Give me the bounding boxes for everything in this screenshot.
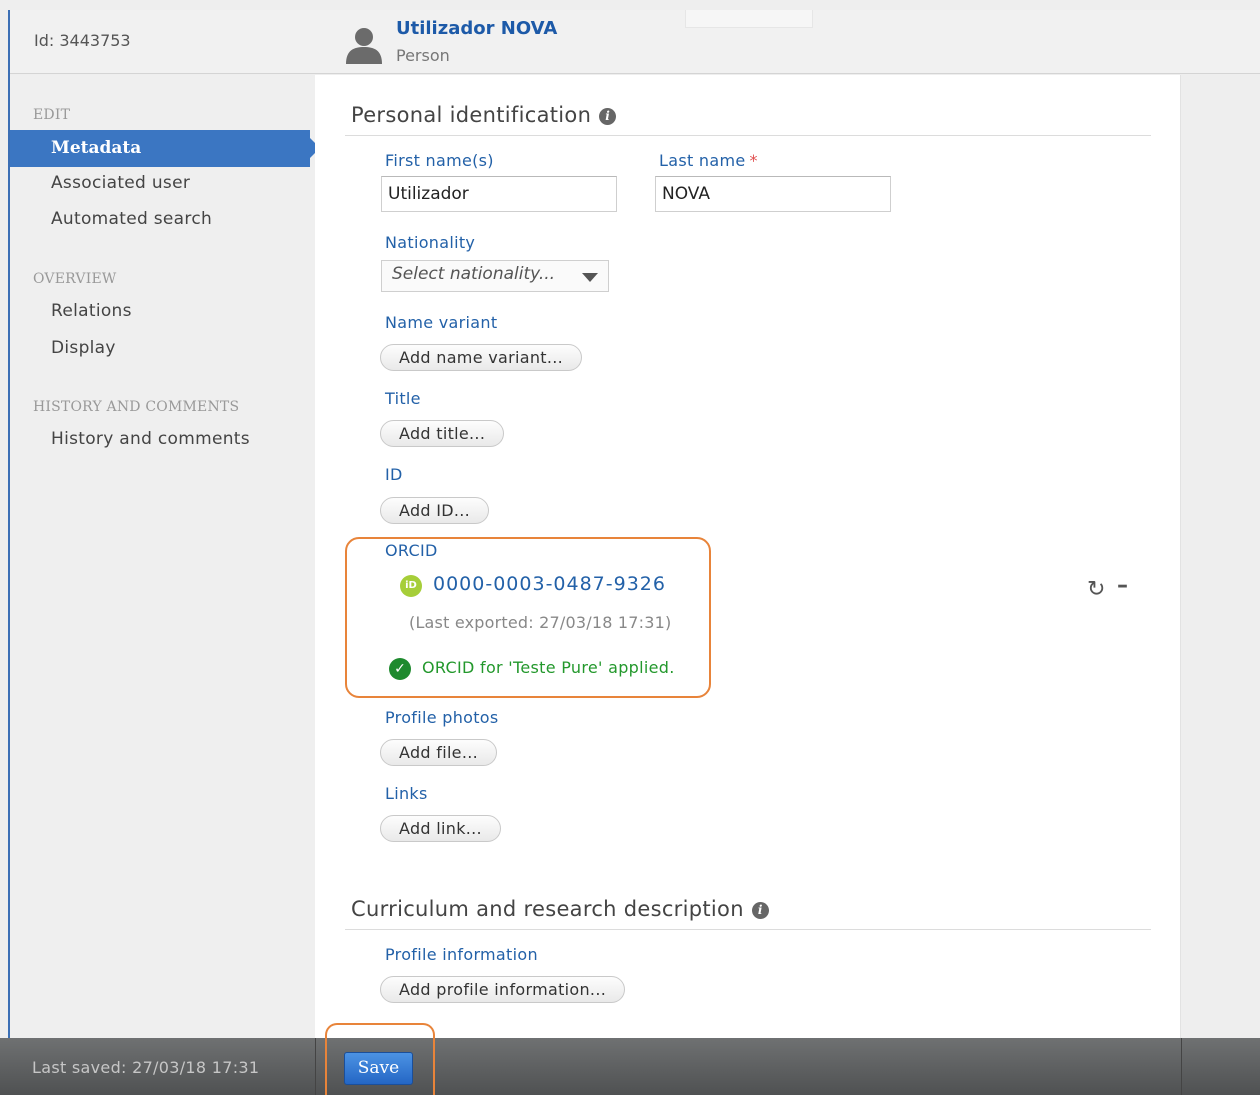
profile-information-label: Profile information [385, 945, 538, 964]
add-link-button[interactable]: Add link... [380, 815, 501, 842]
add-id-button[interactable]: Add ID... [380, 497, 490, 524]
nationality-label: Nationality [385, 233, 476, 252]
personal-identification-title: Personal identification i [351, 103, 617, 127]
last-name-label-text: Last name [659, 151, 746, 170]
footer-divider [315, 1038, 316, 1095]
profile-photos-label: Profile photos [385, 708, 499, 727]
last-saved-text: Last saved: 27/03/18 17:31 [32, 1058, 260, 1077]
last-name-label: Last name * [659, 151, 758, 170]
curriculum-title: Curriculum and research description i [351, 897, 769, 921]
remove-icon[interactable]: – [1117, 573, 1128, 598]
add-file-button[interactable]: Add file... [380, 739, 497, 766]
check-circle-icon: ✓ [389, 658, 411, 680]
id-label: ID [385, 465, 403, 484]
page-header: Id: 3443753 Utilizador NOVA Person [10, 10, 1260, 74]
person-icon [346, 28, 382, 64]
nationality-select[interactable]: Select nationality... [381, 260, 609, 292]
nationality-select-value: Select nationality... [392, 264, 556, 284]
sidebar-item-automated-search[interactable]: Automated search [51, 209, 212, 229]
record-name[interactable]: Utilizador NOVA [396, 18, 557, 39]
orcid-label: ORCID [385, 541, 438, 560]
footer-divider [1181, 1038, 1182, 1095]
name-variant-label: Name variant [385, 313, 498, 332]
title-label: Title [385, 389, 421, 408]
required-marker: * [749, 151, 758, 170]
sidebar-section-history: HISTORY AND COMMENTS [33, 399, 240, 415]
links-label: Links [385, 784, 428, 803]
chevron-down-icon [582, 273, 598, 282]
sidebar-item-associated-user[interactable]: Associated user [51, 173, 190, 193]
sidebar-item-display[interactable]: Display [51, 338, 116, 358]
section-divider [345, 135, 1151, 136]
add-title-button[interactable]: Add title... [380, 420, 505, 447]
sidebar-section-overview: OVERVIEW [33, 271, 117, 287]
footer-bar: Last saved: 27/03/18 17:31 Save [0, 1038, 1260, 1095]
first-name-input[interactable] [381, 176, 617, 212]
sidebar: EDIT Metadata Associated user Automated … [10, 75, 320, 1038]
add-profile-information-button[interactable]: Add profile information... [380, 976, 626, 1003]
section-divider [345, 929, 1151, 930]
info-icon[interactable]: i [599, 107, 617, 125]
last-name-input[interactable] [655, 176, 891, 212]
add-name-variant-button[interactable]: Add name variant... [380, 344, 582, 371]
orcid-logo-icon: iD [400, 575, 422, 597]
header-tab-placeholder [685, 10, 813, 28]
info-icon[interactable]: i [751, 901, 769, 919]
orcid-applied-message: ORCID for 'Teste Pure' applied. [422, 658, 675, 677]
save-highlight [325, 1023, 435, 1095]
record-id: Id: 3443753 [34, 31, 131, 50]
personal-identification-title-text: Personal identification [351, 103, 592, 127]
record-type: Person [396, 46, 450, 65]
curriculum-title-text: Curriculum and research description [351, 897, 744, 921]
first-name-label: First name(s) [385, 151, 494, 170]
sidebar-item-metadata[interactable]: Metadata [10, 130, 320, 167]
sidebar-item-history-and-comments[interactable]: History and comments [51, 429, 250, 449]
orcid-last-exported: (Last exported: 27/03/18 17:31) [409, 613, 672, 632]
refresh-icon[interactable]: ↻ [1087, 577, 1105, 602]
orcid-id-link[interactable]: 0000-0003-0487-9326 [433, 573, 666, 595]
sidebar-section-edit: EDIT [33, 107, 71, 123]
sidebar-item-relations[interactable]: Relations [51, 301, 132, 321]
main-content: Personal identification i First name(s) L… [315, 75, 1181, 1038]
